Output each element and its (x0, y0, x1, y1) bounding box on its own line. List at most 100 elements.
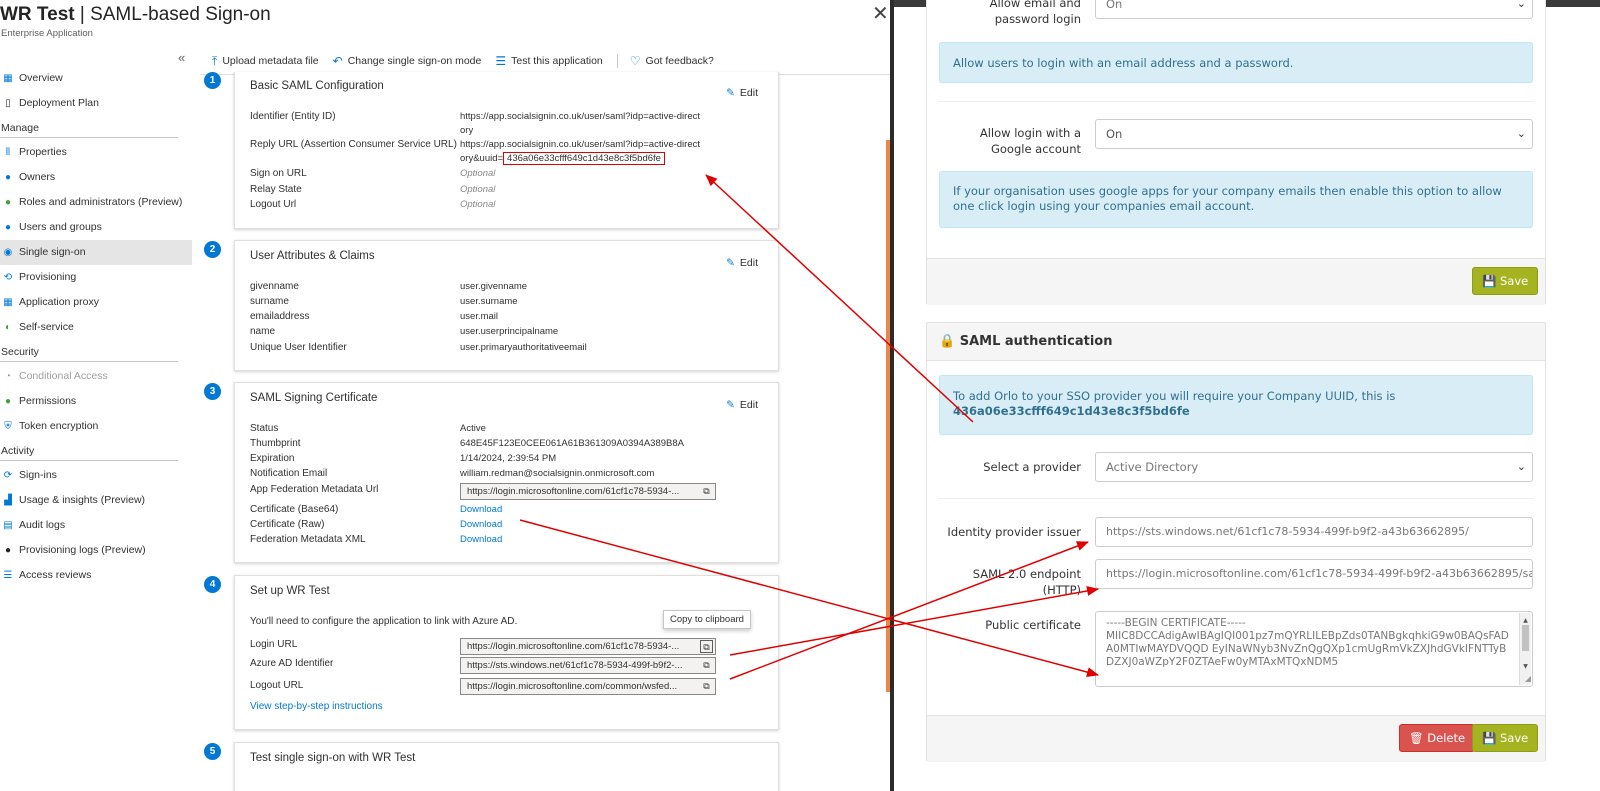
email-login-label: Allow email and password login (989, 0, 1081, 26)
row-label: surname (250, 296, 289, 307)
row-label: Unique User Identifier (250, 342, 347, 353)
notification-email-value: william.redman@socialsignin.onmicrosoft.… (460, 468, 655, 479)
book-icon: ▯ (5, 98, 11, 109)
row-label: givenname (250, 281, 299, 292)
sidebar-item-audit-logs[interactable]: ▤ Audit logs (0, 513, 192, 538)
sidebar-item-users-groups[interactable]: ● Users and groups (0, 215, 192, 240)
download-cert-raw-link[interactable]: Download (460, 518, 502, 532)
sidebar-item-owners[interactable]: ● Owners (0, 165, 192, 190)
sidebar-item-conditional-access[interactable]: ◔ Conditional Access (0, 364, 192, 389)
edit-certificate-button[interactable]: ✎ Edit (726, 399, 758, 411)
insights-icon: ▟ (4, 495, 12, 506)
logout-url-field[interactable]: https://login.microsoftonline.com/common… (460, 678, 716, 695)
panel-heading: 🔒 SAML authentication (927, 323, 1545, 361)
pencil-icon: ✎ (726, 87, 735, 99)
row-label: Federation Metadata XML (250, 534, 366, 545)
collapse-sidebar-icon[interactable]: « (178, 50, 185, 65)
sidebar-item-sign-ins[interactable]: ⟳ Sign-ins (0, 463, 192, 488)
save-icon: 💾 (1482, 731, 1497, 745)
command-bar: ⤒ Upload metadata file ↶ Change single s… (212, 50, 728, 72)
proxy-icon: ▦ (3, 297, 13, 308)
google-login-select[interactable]: On ⌄ (1095, 119, 1533, 149)
panel-footer: 💾 Save (927, 258, 1545, 305)
page-title: WR Test | SAML-based Sign-on (0, 4, 271, 25)
copy-icon[interactable]: ⧉ (700, 485, 713, 498)
panel-footer: 🗑 Delete 💾 Save (927, 715, 1545, 762)
copy-icon[interactable]: ⧉ (700, 640, 713, 653)
saml-endpoint-input[interactable]: https://login.microsoftonline.com/61cf1c… (1095, 559, 1533, 589)
row-value: user.surname (460, 296, 518, 307)
page-subtitle: Enterprise Application (1, 28, 93, 39)
metadata-url-field[interactable]: https://login.microsoftonline.com/61cf1c… (460, 483, 716, 500)
relay-state-value: Optional (460, 184, 496, 195)
row-label: Expiration (250, 453, 295, 464)
sidebar-item-usage-insights[interactable]: ▟ Usage & insights (Preview) (0, 488, 192, 513)
sidebar-item-provisioning[interactable]: ⟲ Provisioning (0, 265, 192, 290)
provider-select[interactable]: Active Directory ⌄ (1095, 452, 1533, 482)
sidebar-item-permissions[interactable]: ● Permissions (0, 389, 192, 414)
chevron-down-icon: ⌄ (1516, 0, 1526, 10)
status-value: Active (460, 423, 486, 434)
sidebar-item-provisioning-logs[interactable]: ● Provisioning logs (Preview) (0, 538, 192, 563)
email-login-select[interactable]: On ⌄ (1095, 0, 1533, 19)
google-login-alert: If your organisation uses google apps fo… (939, 171, 1533, 228)
field-label-wrap: Allow email and password login (941, 0, 1081, 31)
toolbar-divider (616, 54, 618, 68)
row-label: Login URL (250, 639, 298, 650)
sidebar-item-roles[interactable]: ● Roles and administrators (Preview) (0, 190, 192, 215)
edit-basic-saml-button[interactable]: ✎ Edit (726, 87, 758, 99)
sidebar-item-application-proxy[interactable]: ▦ Application proxy (0, 290, 192, 315)
card-title: User Attributes & Claims (250, 250, 375, 262)
copy-icon[interactable]: ⧉ (700, 680, 713, 693)
certificate-label: Public certificate (985, 618, 1081, 632)
test-application-button[interactable]: ☰ Test this application (495, 54, 602, 68)
scroll-thumb[interactable] (1522, 625, 1529, 651)
card-title: Basic SAML Configuration (250, 80, 384, 92)
resize-handle-icon[interactable]: ◢ (1525, 672, 1531, 685)
public-certificate-textarea[interactable]: -----BEGIN CERTIFICATE----- MIIC8DCCAdig… (1095, 611, 1533, 687)
copy-tooltip: Copy to clipboard (663, 610, 751, 629)
provisioning-icon: ⟲ (3, 272, 13, 283)
azure-ad-identifier-field[interactable]: https://sts.windows.net/61cf1c78-5934-49… (460, 657, 716, 674)
divider (939, 498, 1533, 499)
change-sso-mode-button[interactable]: ↶ Change single sign-on mode (333, 54, 482, 68)
row-label: Certificate (Raw) (250, 519, 325, 530)
login-url-field[interactable]: https://login.microsoftonline.com/61cf1c… (460, 638, 716, 655)
nav-section-manage: Manage (0, 116, 192, 140)
row-label: Azure AD Identifier (250, 658, 334, 669)
feedback-button[interactable]: ♡ Got feedback? (630, 54, 714, 68)
step-by-step-link[interactable]: View step-by-step instructions (250, 701, 383, 712)
issuer-label: Identity provider issuer (947, 525, 1081, 539)
sidebar-item-token-encryption[interactable]: ⛨ Token encryption (0, 414, 192, 439)
step-badge-3: 3 (204, 383, 221, 400)
orlo-settings-pane: Allow email and password login On ⌄ Allow … (894, 0, 1600, 791)
save-button[interactable]: 💾 Save (1472, 724, 1539, 752)
company-uuid: 436a06e33cfff649c1d43e8c3f5bd6fe (953, 404, 1190, 418)
row-label: Certificate (Base64) (250, 504, 339, 515)
save-button[interactable]: 💾 Save (1472, 267, 1539, 295)
sidebar-item-properties[interactable]: ⦀ Properties (0, 140, 192, 165)
thumbprint-value: 648E45F123E0CEE061A61B361309A0394A389B8A (460, 438, 684, 449)
owners-icon: ● (4, 172, 12, 183)
sidebar-item-single-sign-on[interactable]: ◉ Single sign-on (0, 240, 192, 265)
chevron-down-icon: ⌄ (1516, 127, 1526, 140)
card-test-sso: Test single sign-on with WR Test (234, 742, 779, 791)
upload-metadata-button[interactable]: ⤒ Upload metadata file (212, 54, 319, 69)
issuer-input[interactable]: https://sts.windows.net/61cf1c78-5934-49… (1095, 517, 1533, 547)
logout-url-value: Optional (460, 199, 496, 210)
edit-attributes-button[interactable]: ✎ Edit (726, 257, 758, 269)
step-badge-4: 4 (204, 576, 221, 593)
download-metadata-xml-link[interactable]: Download (460, 533, 502, 547)
field-label-wrap: Allow login with a Google account (941, 125, 1081, 161)
sidebar-item-access-reviews[interactable]: ☰ Access reviews (0, 563, 192, 588)
close-icon[interactable]: ✕ (872, 4, 889, 24)
download-cert-base64-link[interactable]: Download (460, 503, 502, 517)
row-label: Notification Email (250, 468, 328, 479)
reply-url-value: https://app.socialsignin.co.uk/user/saml… (460, 139, 700, 165)
delete-button[interactable]: 🗑 Delete (1399, 724, 1476, 752)
sidebar-item-self-service[interactable]: ◐ Self-service (0, 315, 192, 340)
copy-icon[interactable]: ⧉ (700, 659, 713, 672)
sidebar-item-overview[interactable]: ▦ Overview (0, 66, 192, 91)
lock-icon: 🔒 (939, 334, 956, 349)
sidebar-item-deployment-plan[interactable]: ▯ Deployment Plan (0, 91, 192, 116)
